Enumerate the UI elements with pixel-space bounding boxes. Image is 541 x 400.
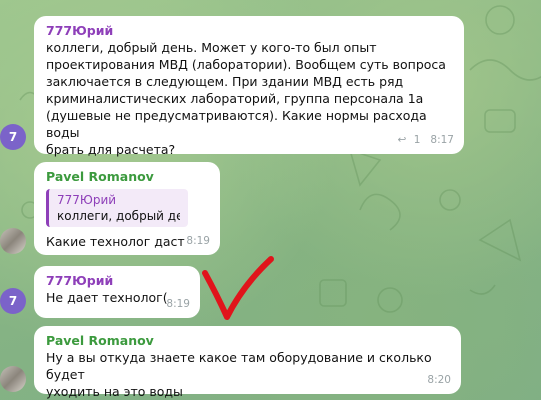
message-time: 8:19 [186,235,210,247]
message-bubble[interactable]: Pavel Romanov 777Юрий коллеги, добрый де… [34,162,220,255]
avatar[interactable] [0,228,26,254]
message-text: коллеги, добрый день. Может у кого-то бы… [46,40,446,157]
message-time: 8:17 [430,134,454,146]
message-text: Ну а вы откуда знаете какое там оборудов… [46,350,432,399]
quote-text: коллеги, добрый день... [57,209,180,223]
sender-name[interactable]: 777Юрий [46,272,190,289]
message-time: 8:19 [166,298,190,310]
message-bubble[interactable]: 777Юрий Не дает технолог( 8:19 [34,266,200,318]
reply-count[interactable]: 1 [414,134,421,146]
message-time: 8:20 [427,374,451,386]
message-text: Какие технолог даст [46,234,185,249]
avatar[interactable]: 7 [0,124,26,150]
message-meta: ↩ 1 8:17 [398,132,454,149]
message-bubble[interactable]: 777Юрий коллеги, добрый день. Может у ко… [34,16,464,157]
avatar-initial: 7 [8,294,18,308]
message-bubble[interactable]: Pavel Romanov Ну а вы откуда знаете како… [34,326,461,399]
avatar[interactable]: 7 [0,288,26,314]
sender-name[interactable]: Pavel Romanov [46,168,210,185]
sender-name[interactable]: 777Юрий [46,22,454,39]
red-checkmark-icon [202,256,274,320]
sender-name[interactable]: Pavel Romanov [46,332,451,349]
quote-sender: 777Юрий [57,193,117,207]
avatar-initial: 7 [8,130,18,144]
reply-quote[interactable]: 777Юрий коллеги, добрый день... [46,189,188,227]
reply-arrow-icon[interactable]: ↩ [398,134,407,146]
avatar[interactable] [0,366,26,392]
